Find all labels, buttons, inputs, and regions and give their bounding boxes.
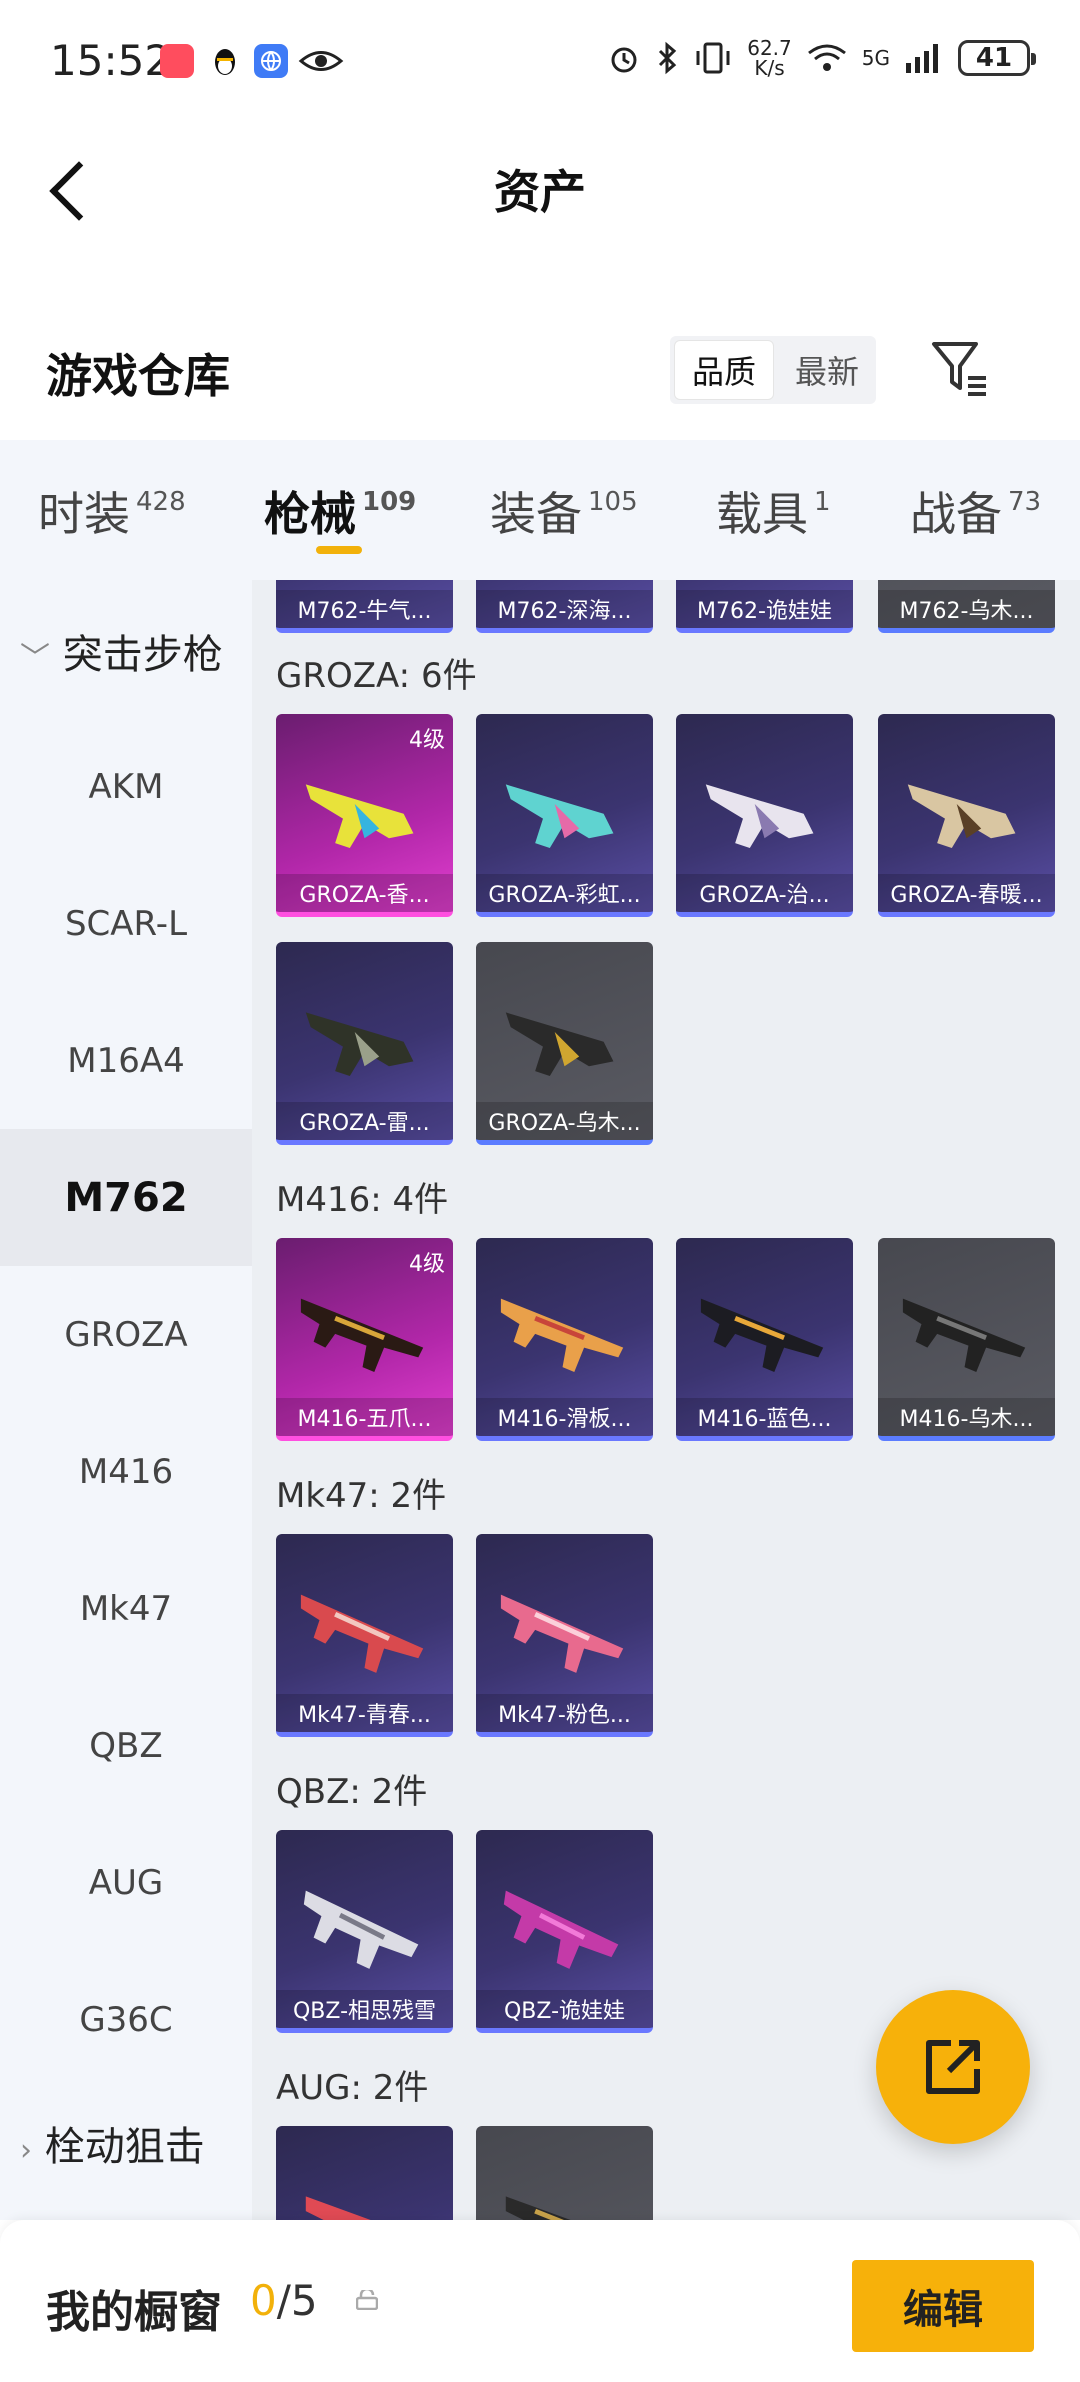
skin-card[interactable]: Mk47-青春... xyxy=(276,1534,453,1737)
status-time: 15:52 xyxy=(50,36,172,85)
group-title-groza: GROZA: 6件 xyxy=(276,656,477,696)
skin-card[interactable]: GROZA-乌木... xyxy=(476,942,653,1145)
lock-icon xyxy=(356,2290,378,2310)
skin-card[interactable] xyxy=(276,2126,453,2220)
browser-icon xyxy=(254,44,288,78)
vibrate-icon xyxy=(696,42,730,74)
skin-card[interactable]: QBZ-相思残雪 xyxy=(276,1830,453,2033)
chevron-down-icon: ﹀ xyxy=(20,641,50,676)
skin-card[interactable]: M416-蓝色... xyxy=(676,1238,853,1441)
external-link-icon xyxy=(926,2040,980,2094)
sidebar-category-bolt[interactable]: › 栓动狙击 xyxy=(20,2114,205,2172)
group-title-m416: M416: 4件 xyxy=(276,1180,449,1220)
skin-card[interactable]: GROZA-彩虹... xyxy=(476,714,653,917)
rifle-icon xyxy=(907,784,1016,849)
skin-card[interactable]: M416-滑板... xyxy=(476,1238,653,1441)
group-title-aug: AUG: 2件 xyxy=(276,2068,429,2108)
rifle-icon xyxy=(500,1594,624,1673)
showcase-count: 0/5 xyxy=(250,2276,318,2325)
rifle-icon xyxy=(705,784,814,849)
sidebar-item-m16a4[interactable]: M16A4 xyxy=(0,992,252,1129)
share-button[interactable] xyxy=(876,1990,1030,2144)
showcase-title: 我的橱窗 xyxy=(46,2287,222,2338)
active-tab-indicator xyxy=(316,546,362,554)
warehouse-header: 游戏仓库 品质 最新 xyxy=(0,300,1080,440)
sidebar-item-aug[interactable]: AUG xyxy=(0,1814,252,1951)
sidebar-item-qbz[interactable]: QBZ xyxy=(0,1677,252,1814)
sidebar-item-m762[interactable]: M762 xyxy=(0,1129,252,1266)
skin-card[interactable]: M762-深海... xyxy=(476,580,653,633)
title-bar: 资产 xyxy=(0,126,1080,256)
skin-card[interactable]: 4级 M416-五爪... xyxy=(276,1238,453,1441)
skin-card[interactable]: GROZA-雷... xyxy=(276,942,453,1145)
sidebar-item-mk47[interactable]: Mk47 xyxy=(0,1540,252,1677)
alarm-icon xyxy=(611,47,637,73)
sidebar-item-groza[interactable]: GROZA xyxy=(0,1266,252,1403)
tab-firearms[interactable]: 枪械 109 xyxy=(264,478,416,544)
sidebar-item-akm[interactable]: AKM xyxy=(0,718,252,855)
sidebar-item-m416[interactable]: M416 xyxy=(0,1403,252,1540)
rifle-icon xyxy=(300,1594,424,1673)
tab-equipment[interactable]: 装备 105 xyxy=(490,478,638,544)
sort-toggle: 品质 最新 xyxy=(670,336,876,404)
group-title-qbz: QBZ: 2件 xyxy=(276,1772,428,1812)
group-title-mk47: Mk47: 2件 xyxy=(276,1476,447,1516)
warehouse-title: 游戏仓库 xyxy=(46,349,230,403)
skin-card[interactable] xyxy=(476,2126,653,2220)
showcase-bar: 我的橱窗 0/5 编辑 xyxy=(0,2220,1080,2382)
sort-quality-button[interactable]: 品质 xyxy=(674,340,774,400)
rifle-icon xyxy=(300,1298,424,1373)
sort-newest-button[interactable]: 最新 xyxy=(778,336,876,404)
tab-vehicles[interactable]: 载具 1 xyxy=(716,478,831,544)
rifle-icon xyxy=(305,1012,414,1077)
weapon-sidebar: ﹀ 突击步枪 AKM SCAR-L M16A4 M762 GROZA M416 … xyxy=(0,580,252,2220)
category-tabs: 时装 428 枪械 109 装备 105 载具 1 战备 73 xyxy=(0,440,1080,580)
rifle-icon xyxy=(700,1298,824,1373)
sidebar-category-assault[interactable]: ﹀ 突击步枪 xyxy=(20,622,223,680)
rifle-icon xyxy=(902,1298,1026,1373)
status-bar: 15:52 62.7 K/s 5G 41 xyxy=(0,0,1080,126)
signal-icon xyxy=(906,44,938,73)
skin-card[interactable]: QBZ-诡娃娃 xyxy=(476,1830,653,2033)
tab-fashion[interactable]: 时装 428 xyxy=(38,478,186,544)
eye-icon xyxy=(298,44,344,78)
skin-card[interactable]: 4级 GROZA-香... xyxy=(276,714,453,917)
rifle-icon xyxy=(505,1012,614,1077)
rifle-icon xyxy=(505,2196,571,2220)
net-type: 5G xyxy=(861,46,890,70)
sidebar-item-g36c[interactable]: G36C xyxy=(0,1951,252,2088)
notification-app-icon xyxy=(160,44,194,78)
net-speed: 62.7 K/s xyxy=(747,36,792,80)
skin-card[interactable]: M416-乌木... xyxy=(878,1238,1055,1441)
rifle-icon xyxy=(503,1890,619,1969)
chevron-right-icon: › xyxy=(20,2133,32,2168)
filter-icon[interactable] xyxy=(930,338,990,398)
status-icons: 62.7 K/s 5G 41 xyxy=(607,36,1036,80)
skin-card[interactable]: Mk47-粉色... xyxy=(476,1534,653,1737)
bluetooth-icon xyxy=(659,41,677,75)
rifle-icon xyxy=(305,784,414,849)
qq-icon xyxy=(208,44,242,78)
wifi-icon xyxy=(807,44,846,71)
rifle-icon xyxy=(305,2196,371,2220)
skin-card[interactable]: M762-诡娃娃 xyxy=(676,580,853,633)
sidebar-item-scar-l[interactable]: SCAR-L xyxy=(0,855,252,992)
weapon-grid: M762-牛气... M762-深海... M762-诡娃娃 M762-乌木..… xyxy=(252,580,1080,2220)
edit-button[interactable]: 编辑 xyxy=(852,2260,1034,2352)
skin-card[interactable]: M762-乌木... xyxy=(878,580,1055,633)
rifle-icon xyxy=(505,784,614,849)
rifle-icon xyxy=(500,1298,624,1373)
skin-card[interactable]: GROZA-治... xyxy=(676,714,853,917)
skin-card[interactable]: GROZA-春暖... xyxy=(878,714,1055,917)
page-title: 资产 xyxy=(494,165,586,219)
rifle-icon xyxy=(303,1890,419,1969)
tab-gear[interactable]: 战备 73 xyxy=(910,478,1041,544)
skin-card[interactable]: M762-牛气... xyxy=(276,580,453,633)
battery-indicator: 41 xyxy=(958,40,1036,76)
